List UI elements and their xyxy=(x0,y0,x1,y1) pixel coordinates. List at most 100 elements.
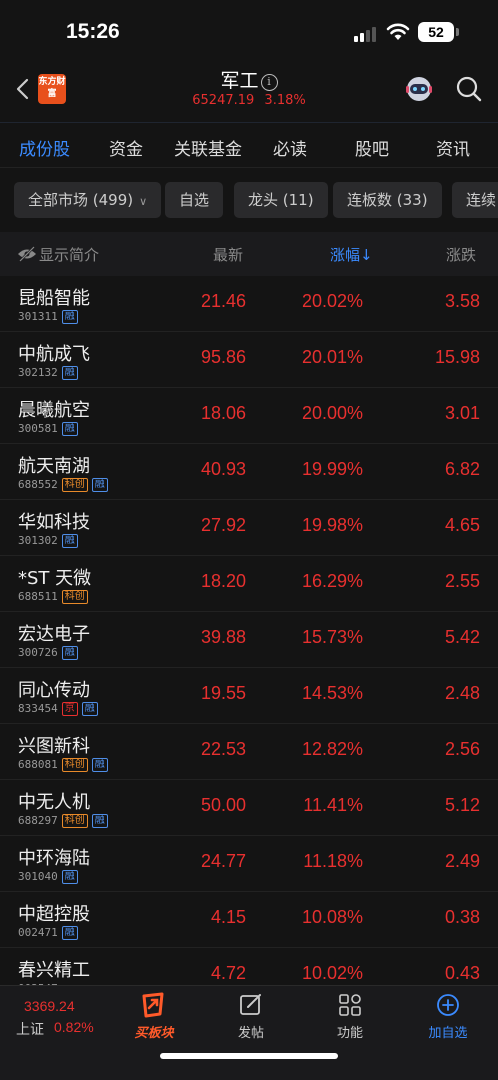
filter-leader[interactable]: 龙头 (11) xyxy=(234,182,328,218)
stock-change-amount: 4.65 xyxy=(444,515,480,535)
plus-circle-icon xyxy=(437,994,459,1016)
stock-row[interactable]: 中无人机 688297 科创融 50.00 11.41% 5.12 xyxy=(0,780,498,836)
stock-code: 300581 xyxy=(18,422,58,435)
stock-change-pct: 19.99% xyxy=(301,459,363,479)
eye-hidden-icon[interactable] xyxy=(17,246,37,262)
column-change-pct[interactable]: 涨幅↓ xyxy=(330,244,373,265)
shanghai-index-pct[interactable]: 0.82% xyxy=(54,1019,94,1035)
stock-row[interactable]: 晨曦航空 300581 融 18.06 20.00% 3.01 xyxy=(0,388,498,444)
filter-more[interactable]: 连续 xyxy=(452,182,498,218)
stock-code: 301311 xyxy=(18,310,58,323)
star-market-badge: 科创 xyxy=(61,478,88,492)
stock-change-amount: 0.38 xyxy=(444,907,480,927)
stock-row[interactable]: 同心传动 833454 京融 19.55 14.53% 2.48 xyxy=(0,668,498,724)
status-time: 15:26 xyxy=(66,20,120,43)
stock-row[interactable]: 航天南湖 688552 科创融 40.93 19.99% 6.82 xyxy=(0,444,498,500)
stock-name: 昆船智能 xyxy=(18,288,90,309)
stock-name: 中无人机 xyxy=(18,792,90,813)
buy-sector-icon xyxy=(142,992,164,1018)
tab-news[interactable]: 资讯 xyxy=(436,135,470,160)
column-header-row: 显示简介 最新 涨幅↓ 涨跌 xyxy=(0,232,498,276)
functions-button[interactable]: 功能 xyxy=(310,992,390,1041)
buy-sector-button[interactable]: 买板块 xyxy=(114,992,194,1041)
stock-row[interactable]: 宏达电子 300726 融 39.88 15.73% 5.42 xyxy=(0,612,498,668)
shanghai-index-value[interactable]: 3369.24 xyxy=(24,998,75,1014)
stock-change-amount: 6.82 xyxy=(444,459,480,479)
stock-price: 24.77 xyxy=(200,851,246,871)
stock-price: 4.72 xyxy=(210,963,246,983)
chevron-down-icon: ∨ xyxy=(139,195,148,208)
stock-code: 302132 xyxy=(18,366,58,379)
toggle-intro-label[interactable]: 显示简介 xyxy=(39,244,99,265)
margin-badge: 融 xyxy=(61,870,78,884)
tab-forum[interactable]: 股吧 xyxy=(355,135,389,160)
stock-code-line: 002471 融 xyxy=(18,926,78,940)
stock-change-pct: 11.18% xyxy=(303,851,363,871)
stock-change-amount: 2.56 xyxy=(444,739,480,759)
filter-consecutive-limit[interactable]: 连板数 (33) xyxy=(333,182,442,218)
stock-code-line: 300726 融 xyxy=(18,646,78,660)
filter-bar: 全部市场 (499) ∨ 自选 龙头 (11) 连板数 (33) 连续 xyxy=(0,182,498,222)
stock-row[interactable]: 昆船智能 301311 融 21.46 20.02% 3.58 xyxy=(0,276,498,332)
search-icon[interactable] xyxy=(454,74,484,104)
battery-indicator: 52 xyxy=(418,22,454,42)
filter-self-select[interactable]: 自选 xyxy=(165,182,224,218)
market-filter-label: 全部市场 (499) xyxy=(28,191,134,209)
stock-code: 688081 xyxy=(18,758,58,771)
stock-change-pct: 10.08% xyxy=(301,907,363,927)
market-filter-dropdown[interactable]: 全部市场 (499) ∨ xyxy=(14,182,162,218)
add-watchlist-button[interactable]: 加自选 xyxy=(408,992,488,1041)
bottom-bar: 3369.24 上证 0.82% 买板块 发帖 功能 加自选 xyxy=(0,985,498,1080)
margin-badge: 融 xyxy=(61,534,78,548)
stock-price: 27.92 xyxy=(200,515,246,535)
functions-label: 功能 xyxy=(336,1026,363,1041)
post-button[interactable]: 发帖 xyxy=(211,992,291,1041)
stock-row[interactable]: 中环海陆 301040 融 24.77 11.18% 2.49 xyxy=(0,836,498,892)
nav-bar: 东方财富 军工 i 65247.19 3.18% xyxy=(0,62,498,118)
stock-name: 中航成飞 xyxy=(18,344,90,365)
stock-code-line: 301302 融 xyxy=(18,534,78,548)
stock-change-amount: 5.12 xyxy=(444,795,480,815)
tab-funds-flow[interactable]: 资金 xyxy=(109,135,143,160)
stock-row[interactable]: 中超控股 002471 融 4.15 10.08% 0.38 xyxy=(0,892,498,948)
stock-row[interactable]: 兴图新科 688081 科创融 22.53 12.82% 2.56 xyxy=(0,724,498,780)
stock-change-pct: 20.01% xyxy=(301,347,363,367)
stock-name: 航天南湖 xyxy=(18,456,90,477)
stock-code-line: 833454 京融 xyxy=(18,702,98,716)
stock-row[interactable]: *ST 天微 688511 科创 18.20 16.29% 2.55 xyxy=(0,556,498,612)
margin-badge: 融 xyxy=(91,758,108,772)
stock-row[interactable]: 华如科技 301302 融 27.92 19.98% 4.65 xyxy=(0,500,498,556)
stock-code: 002471 xyxy=(18,926,58,939)
add-watchlist-label: 加自选 xyxy=(428,1026,468,1041)
stock-row[interactable]: 中航成飞 302132 融 95.86 20.01% 15.98 xyxy=(0,332,498,388)
shanghai-index-name[interactable]: 上证 xyxy=(16,1019,44,1039)
info-icon[interactable]: i xyxy=(260,74,278,91)
tab-constituents[interactable]: 成份股 xyxy=(19,135,70,160)
stock-code-line: 301311 融 xyxy=(18,310,78,324)
stock-price: 95.86 xyxy=(200,347,246,367)
stock-name: 华如科技 xyxy=(18,512,90,533)
tab-related-funds[interactable]: 关联基金 xyxy=(174,135,242,160)
stock-code-line: 688552 科创融 xyxy=(18,478,108,492)
sector-index-value: 65247.19 xyxy=(192,93,255,108)
stock-code: 688552 xyxy=(18,478,58,491)
stock-change-pct: 14.53% xyxy=(301,683,363,703)
margin-badge: 融 xyxy=(81,702,98,716)
stock-change-pct: 12.82% xyxy=(301,739,363,759)
stock-code-line: 302132 融 xyxy=(18,366,78,380)
margin-badge: 融 xyxy=(61,646,78,660)
column-change-amount[interactable]: 涨跌 xyxy=(446,244,476,265)
margin-badge: 融 xyxy=(61,926,78,940)
stock-price: 21.46 xyxy=(200,291,246,311)
robot-assistant-icon[interactable] xyxy=(402,72,436,106)
stock-code-line: 300581 融 xyxy=(18,422,78,436)
stock-change-amount: 5.42 xyxy=(444,627,480,647)
stock-change-amount: 3.58 xyxy=(444,291,480,311)
stock-name: 晨曦航空 xyxy=(18,400,90,421)
column-latest[interactable]: 最新 xyxy=(213,244,243,265)
sector-index-pct: 3.18% xyxy=(264,93,306,108)
stock-name: 兴图新科 xyxy=(18,736,90,757)
sector-name: 军工 xyxy=(220,70,259,92)
tab-must-read[interactable]: 必读 xyxy=(273,135,307,160)
margin-badge: 融 xyxy=(61,422,78,436)
